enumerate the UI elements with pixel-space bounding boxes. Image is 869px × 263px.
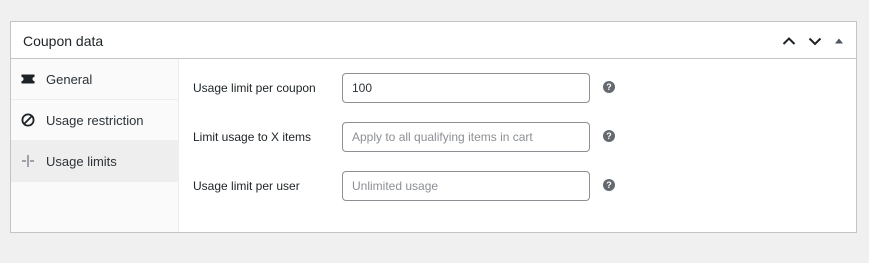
usage-limit-per-coupon-label: Usage limit per coupon bbox=[193, 81, 316, 95]
tab-label: Usage restriction bbox=[46, 113, 144, 128]
coupon-data-panel: Coupon data General Usage restriction Us… bbox=[10, 21, 857, 233]
prohibited-icon bbox=[20, 112, 36, 128]
usage-limit-per-user-label: Usage limit per user bbox=[193, 179, 300, 193]
ticket-icon bbox=[20, 71, 36, 87]
help-icon[interactable]: ? bbox=[603, 130, 615, 142]
limit-usage-to-x-items-label: Limit usage to X items bbox=[193, 130, 312, 144]
toggle-panel-button[interactable] bbox=[828, 30, 850, 52]
help-icon[interactable]: ? bbox=[603, 179, 615, 191]
tab-general[interactable]: General bbox=[11, 59, 178, 100]
usage-limit-per-coupon-row: Usage limit per coupon ? bbox=[179, 73, 856, 107]
chevron-down-icon bbox=[808, 37, 822, 46]
panel-title: Coupon data bbox=[23, 33, 104, 49]
usage-limit-per-user-row: Usage limit per user ? bbox=[179, 171, 856, 205]
limits-icon bbox=[20, 153, 36, 169]
tab-usage-limits[interactable]: Usage limits bbox=[11, 141, 178, 182]
panel-handle-actions bbox=[776, 30, 850, 52]
panel-header: Coupon data bbox=[11, 22, 856, 59]
usage-limits-options: Usage limit per coupon ? Limit usage to … bbox=[179, 59, 856, 232]
limit-usage-to-x-items-row: Limit usage to X items ? bbox=[179, 122, 856, 156]
chevron-up-icon bbox=[782, 37, 796, 45]
tab-label: General bbox=[46, 72, 93, 87]
coupon-tabs: General Usage restriction Usage limits bbox=[11, 59, 179, 232]
coupon-panel-body: General Usage restriction Usage limits U… bbox=[11, 59, 856, 232]
usage-limit-per-user-input[interactable] bbox=[342, 171, 590, 201]
tab-label: Usage limits bbox=[46, 154, 117, 169]
usage-limit-per-coupon-input[interactable] bbox=[342, 73, 590, 103]
limit-usage-to-x-items-input[interactable] bbox=[342, 122, 590, 152]
caret-up-icon bbox=[835, 38, 843, 44]
move-down-button[interactable] bbox=[802, 30, 828, 52]
help-icon[interactable]: ? bbox=[603, 81, 615, 93]
tab-usage-restriction[interactable]: Usage restriction bbox=[11, 100, 178, 141]
move-up-button[interactable] bbox=[776, 30, 802, 52]
